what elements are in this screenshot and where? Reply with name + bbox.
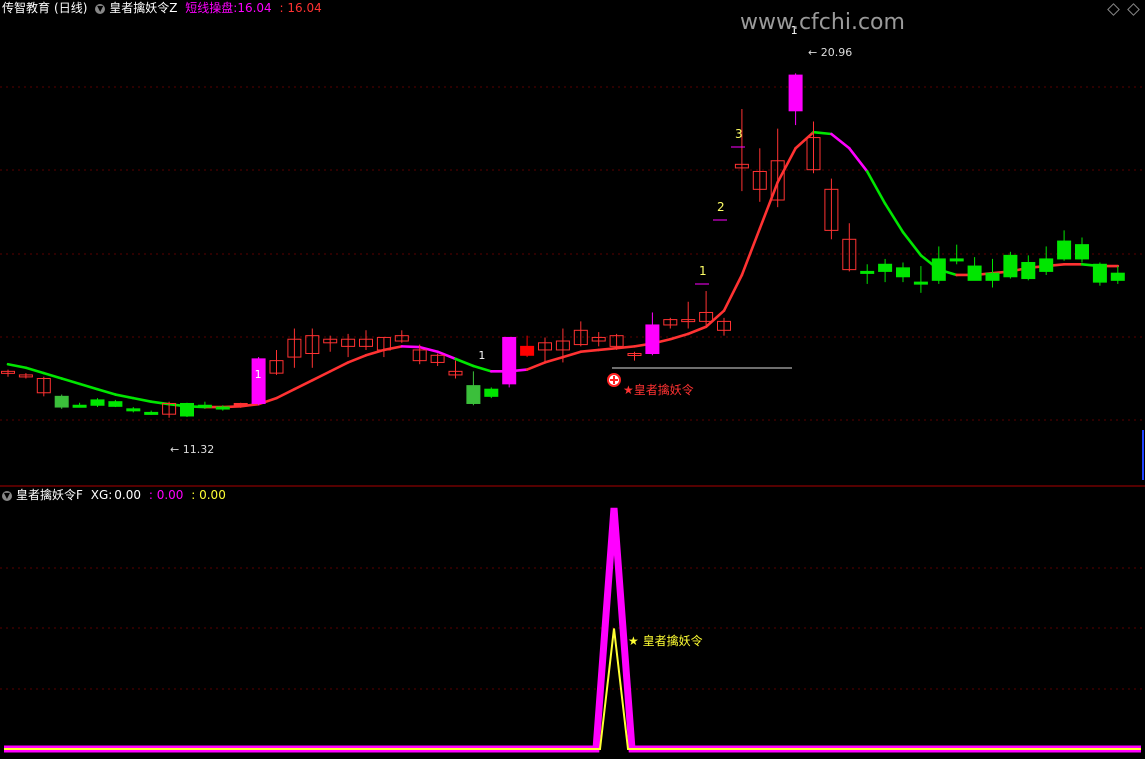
ma-line-segment [472,364,493,373]
candle-body [108,401,123,407]
candle-body [1092,263,1107,283]
candle-body [126,408,141,412]
sub-value-2: : 0.00 [148,488,184,502]
indicator-name[interactable]: 皇者擒妖令Z [109,1,177,15]
sequence-label: 2 [717,200,725,214]
ma-line-segment [364,348,386,357]
ma-line-segment [847,146,869,173]
ma-line-segment [60,377,81,386]
dropdown-icon[interactable]: ▼ [95,3,106,14]
sub-indicator-name[interactable]: 皇者擒妖令F [16,488,83,502]
ma-line-segment [418,345,439,354]
sequence-label: 1 [699,264,707,278]
candle-body [54,395,69,408]
candle-body [233,402,248,406]
candle-body [1075,244,1089,260]
ma-line-segment [42,371,64,380]
ma-line-segment [776,146,797,184]
candle-body [466,385,481,404]
candle-body [72,404,87,408]
candle-body [860,270,875,274]
ma-line-segment [901,230,923,257]
ma-line-segment [883,202,905,234]
ma-line-segment [543,355,565,364]
sub-panel-header: ▼ 皇者擒妖令F XG: 0.00 : 0.00 : 0.00 [2,487,230,503]
candle-body [931,258,946,281]
line-label: 短线操盘: [185,1,238,15]
candle-body [144,411,159,415]
ma-line-segment [865,170,887,205]
main-panel-header: 传智教育 (日线) ▼ 皇者擒妖令Z 短线操盘:16.04 : 16.04 [2,0,326,16]
sub-value-3: : 0.00 [191,488,226,502]
candle-body [967,265,982,281]
candle-body [1039,258,1054,272]
candle-body [90,399,105,406]
candle-body [180,402,194,417]
watermark: www.cfchi.com [740,10,905,35]
candle-body [1110,272,1125,281]
ma-line-segment [812,130,833,136]
ma-line-segment [597,346,618,352]
ma-line-segment [704,309,726,329]
line-value: 16.04 [237,1,272,15]
candle-body [1003,254,1018,278]
ma-line-segment [78,382,99,391]
ma-line-segment [310,370,332,382]
ma-line-segment [114,393,135,400]
candle-body [878,263,893,272]
sub-signal-label: ★ 皇者擒妖令 [628,633,703,648]
candle-body [1057,240,1072,260]
period-label: (日线) [54,1,88,15]
candle-body [215,406,230,410]
candle-body [502,336,517,385]
ma-line-segment [561,350,583,359]
ma-line-segment [328,361,350,373]
candle-marker-label: 1 [255,368,262,381]
ma-line-segment [400,345,422,349]
ma-line-segment [454,357,475,368]
line-value-2: : 16.04 [279,1,322,15]
stock-name: 传智教育 [2,1,51,15]
ma-line-segment [346,353,368,364]
ma-line-segment [6,362,28,370]
ma-line-segment [579,348,601,354]
xg-value: 0.00 [114,488,142,502]
candle-body [645,324,660,355]
candle-body [896,267,910,278]
ma-line-segment [740,227,762,277]
stock-chart[interactable]: 111123← 11.32← 20.96★皇者擒妖令★ 皇者擒妖令 [0,0,1145,759]
candle-body [251,358,266,404]
ma-line-segment [293,378,314,391]
sequence-label: 3 [735,127,743,141]
candle-body [949,258,964,262]
candle-marker-label: 1 [478,349,485,362]
candle-body [484,388,499,397]
ma-line-segment [830,132,851,150]
candle-body [1021,261,1036,280]
candle-body [520,345,535,356]
ma-line-segment [275,387,296,400]
xg-label: XG: [90,488,113,502]
candle-body [788,74,803,112]
candle-body [913,281,928,285]
candle-body [985,272,1000,281]
ma-line-segment [722,273,744,312]
high-price-label: ← 20.96 [808,46,852,59]
ma-line-segment [794,130,815,150]
dropdown-icon[interactable]: ▼ [2,490,12,501]
signal-label: ★皇者擒妖令 [623,382,694,397]
ma-line-segment [96,387,117,396]
low-price-label: ← 11.32 [170,443,214,456]
ma-line-segment [24,366,46,375]
ma-line-segment [525,361,547,371]
candle-body [197,404,212,408]
ma-line-segment [132,396,153,403]
ma-line-segment [686,325,708,336]
ma-line-segment [382,345,404,352]
